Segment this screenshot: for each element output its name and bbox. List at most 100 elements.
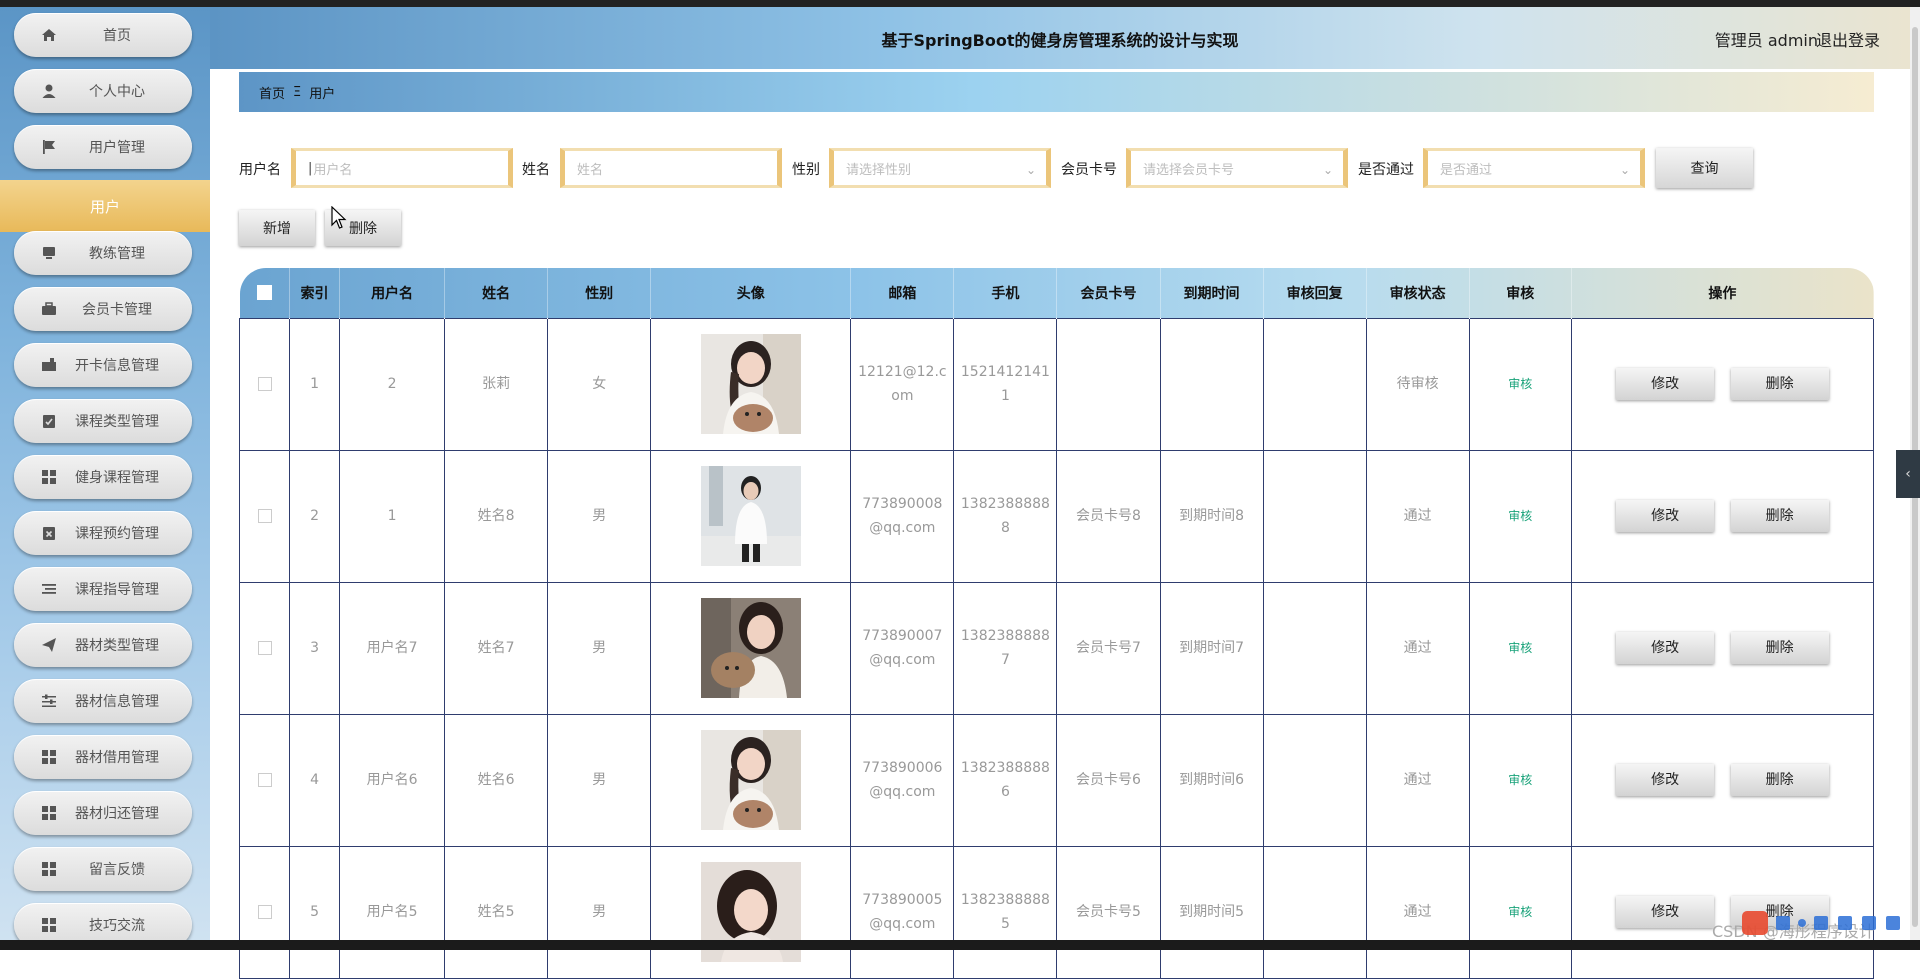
sidebar-item-course-booking[interactable]: 课程预约管理 xyxy=(14,511,192,555)
avatar-photo-boy-white-shirt xyxy=(700,466,801,566)
cell-index: 2 xyxy=(289,449,341,583)
column-header: 审核回复 xyxy=(1263,268,1367,318)
cell-status: 通过 xyxy=(1365,713,1470,847)
sidebar-item-feedback[interactable]: 留言反馈 xyxy=(14,847,192,891)
sidebar-item-coach-management[interactable]: 教练管理 xyxy=(14,231,192,275)
sidebar-subitem-label: 用户 xyxy=(89,197,120,216)
sidebar-item-tips-exchange[interactable]: 技巧交流 xyxy=(14,903,192,940)
cell-card: 会员卡号6 xyxy=(1056,713,1161,847)
sidebar-item-home[interactable]: 首页 xyxy=(14,13,192,57)
column-header: 手机 xyxy=(953,268,1058,318)
audit-link[interactable]: 审核 xyxy=(1508,509,1532,523)
grid-icon xyxy=(42,918,56,932)
row-select-cell xyxy=(238,317,291,451)
edit-button[interactable]: 修改 xyxy=(1616,500,1715,532)
edit-button[interactable]: 修改 xyxy=(1616,764,1715,796)
row-checkbox[interactable] xyxy=(257,509,272,523)
add-button[interactable]: 新增 xyxy=(239,210,315,246)
cell-name: 姓名8 xyxy=(444,449,549,583)
name-search-input[interactable]: 姓名 xyxy=(560,148,782,188)
pass-select[interactable]: 是否通过 ⌄ xyxy=(1423,148,1645,188)
list-icon xyxy=(42,584,56,594)
row-checkbox[interactable] xyxy=(257,905,272,919)
table-row: 2 1 姓名8 男 773890008@qq.com 13823888888 会… xyxy=(238,449,1875,583)
edit-button[interactable]: 修改 xyxy=(1616,632,1715,664)
delete-button[interactable]: 删除 xyxy=(1730,764,1829,796)
cell-expire xyxy=(1159,317,1264,451)
sliders-icon xyxy=(42,694,56,707)
cell-index: 1 xyxy=(289,317,341,451)
cell-gender: 男 xyxy=(547,845,652,979)
sidebar-subitem-user[interactable]: 用户 xyxy=(0,180,210,232)
user-table: 索引 用户名 姓名 性别 头像 邮箱 手机 会员卡号 到期时间 审核回复 审核状… xyxy=(238,268,1875,979)
audit-link[interactable]: 审核 xyxy=(1508,377,1532,391)
table-row: 1 2 张莉 女 12121@12.com 15214121411 待审核 审核… xyxy=(238,317,1875,451)
edit-button[interactable]: 修改 xyxy=(1616,368,1715,400)
monitor-icon xyxy=(43,247,55,259)
table-header-row: 索引 用户名 姓名 性别 头像 邮箱 手机 会员卡号 到期时间 审核回复 审核状… xyxy=(239,268,1875,318)
sidebar-item-equipment-return[interactable]: 器材归还管理 xyxy=(14,791,192,835)
ime-toolbar-icons xyxy=(1742,911,1900,935)
breadcrumb-home[interactable]: 首页 xyxy=(259,83,285,102)
avatar-photo-girl-with-dog xyxy=(700,730,801,830)
card-select[interactable]: 请选择会员卡号 ⌄ xyxy=(1126,148,1348,188)
cell-operations: 修改 删除 xyxy=(1570,581,1875,715)
cell-phone: 13823888885 xyxy=(953,845,1058,979)
cell-operations: 修改 删除 xyxy=(1570,449,1875,583)
sidebar-item-user-management[interactable]: 用户管理 xyxy=(14,125,192,169)
audit-link[interactable]: 审核 xyxy=(1508,641,1532,655)
sidebar-item-personal-center[interactable]: 个人中心 xyxy=(14,69,192,113)
query-button[interactable]: 查询 xyxy=(1656,148,1753,188)
top-header: 基于SpringBoot的健身房管理系统的设计与实现 管理员 admin 退出登… xyxy=(210,7,1910,69)
delete-button[interactable]: 删除 xyxy=(1730,368,1829,400)
cell-avatar xyxy=(650,713,852,847)
gender-select[interactable]: 请选择性别 ⌄ xyxy=(829,148,1051,188)
name-label: 姓名 xyxy=(522,162,550,178)
side-panel-toggle[interactable]: ‹ xyxy=(1896,450,1920,498)
cell-audit: 审核 xyxy=(1468,845,1572,979)
cell-reply xyxy=(1262,581,1367,715)
grid-icon xyxy=(42,806,56,820)
home-icon xyxy=(42,29,56,41)
gender-label: 性别 xyxy=(792,162,820,178)
cell-operations: 修改 删除 xyxy=(1570,317,1875,451)
edit-button[interactable]: 修改 xyxy=(1616,896,1715,928)
audit-link[interactable]: 审核 xyxy=(1508,773,1532,787)
cell-card xyxy=(1056,317,1161,451)
audit-link[interactable]: 审核 xyxy=(1508,905,1532,919)
username-search-input[interactable]: | 用户名 xyxy=(291,148,513,188)
row-checkbox[interactable] xyxy=(257,377,272,391)
name-placeholder: 姓名 xyxy=(577,162,604,178)
column-header: 姓名 xyxy=(444,268,549,318)
cell-reply xyxy=(1262,845,1367,979)
select-all-checkbox[interactable] xyxy=(256,285,272,301)
window-top-strip xyxy=(0,0,1920,7)
cell-gender: 男 xyxy=(547,581,652,715)
cell-status: 待审核 xyxy=(1365,317,1470,451)
delete-button[interactable]: 删除 xyxy=(1730,500,1829,532)
row-checkbox[interactable] xyxy=(257,773,272,787)
delete-button[interactable]: 删除 xyxy=(1730,632,1829,664)
admin-label: 管理员 admin xyxy=(1714,31,1818,50)
cell-expire: 到期时间6 xyxy=(1159,713,1264,847)
sidebar-item-card-opening[interactable]: 开卡信息管理 xyxy=(14,343,192,387)
row-checkbox[interactable] xyxy=(257,641,272,655)
cell-expire: 到期时间7 xyxy=(1159,581,1264,715)
logout-link[interactable]: 退出登录 xyxy=(1816,27,1880,51)
column-header: 审核状态 xyxy=(1366,268,1470,318)
cell-card: 会员卡号7 xyxy=(1056,581,1161,715)
cell-index: 4 xyxy=(289,713,341,847)
sidebar-item-fitness-course[interactable]: 健身课程管理 xyxy=(14,455,192,499)
sidebar-item-equipment-info[interactable]: 器材信息管理 xyxy=(14,679,192,723)
column-header: 性别 xyxy=(547,268,652,318)
flag-icon xyxy=(43,140,55,154)
sidebar-item-course-guidance[interactable]: 课程指导管理 xyxy=(14,567,192,611)
sidebar-item-equipment-borrow[interactable]: 器材借用管理 xyxy=(14,735,192,779)
sidebar-item-equipment-type[interactable]: 器材类型管理 xyxy=(14,623,192,667)
sidebar-item-membership-card[interactable]: 会员卡管理 xyxy=(14,287,192,331)
chevron-down-icon: ⌄ xyxy=(1619,163,1630,177)
row-select-cell xyxy=(238,845,291,979)
cell-phone: 13823888886 xyxy=(953,713,1058,847)
sidebar-item-course-type[interactable]: 课程类型管理 xyxy=(14,399,192,443)
cell-username: 用户名7 xyxy=(339,581,446,715)
